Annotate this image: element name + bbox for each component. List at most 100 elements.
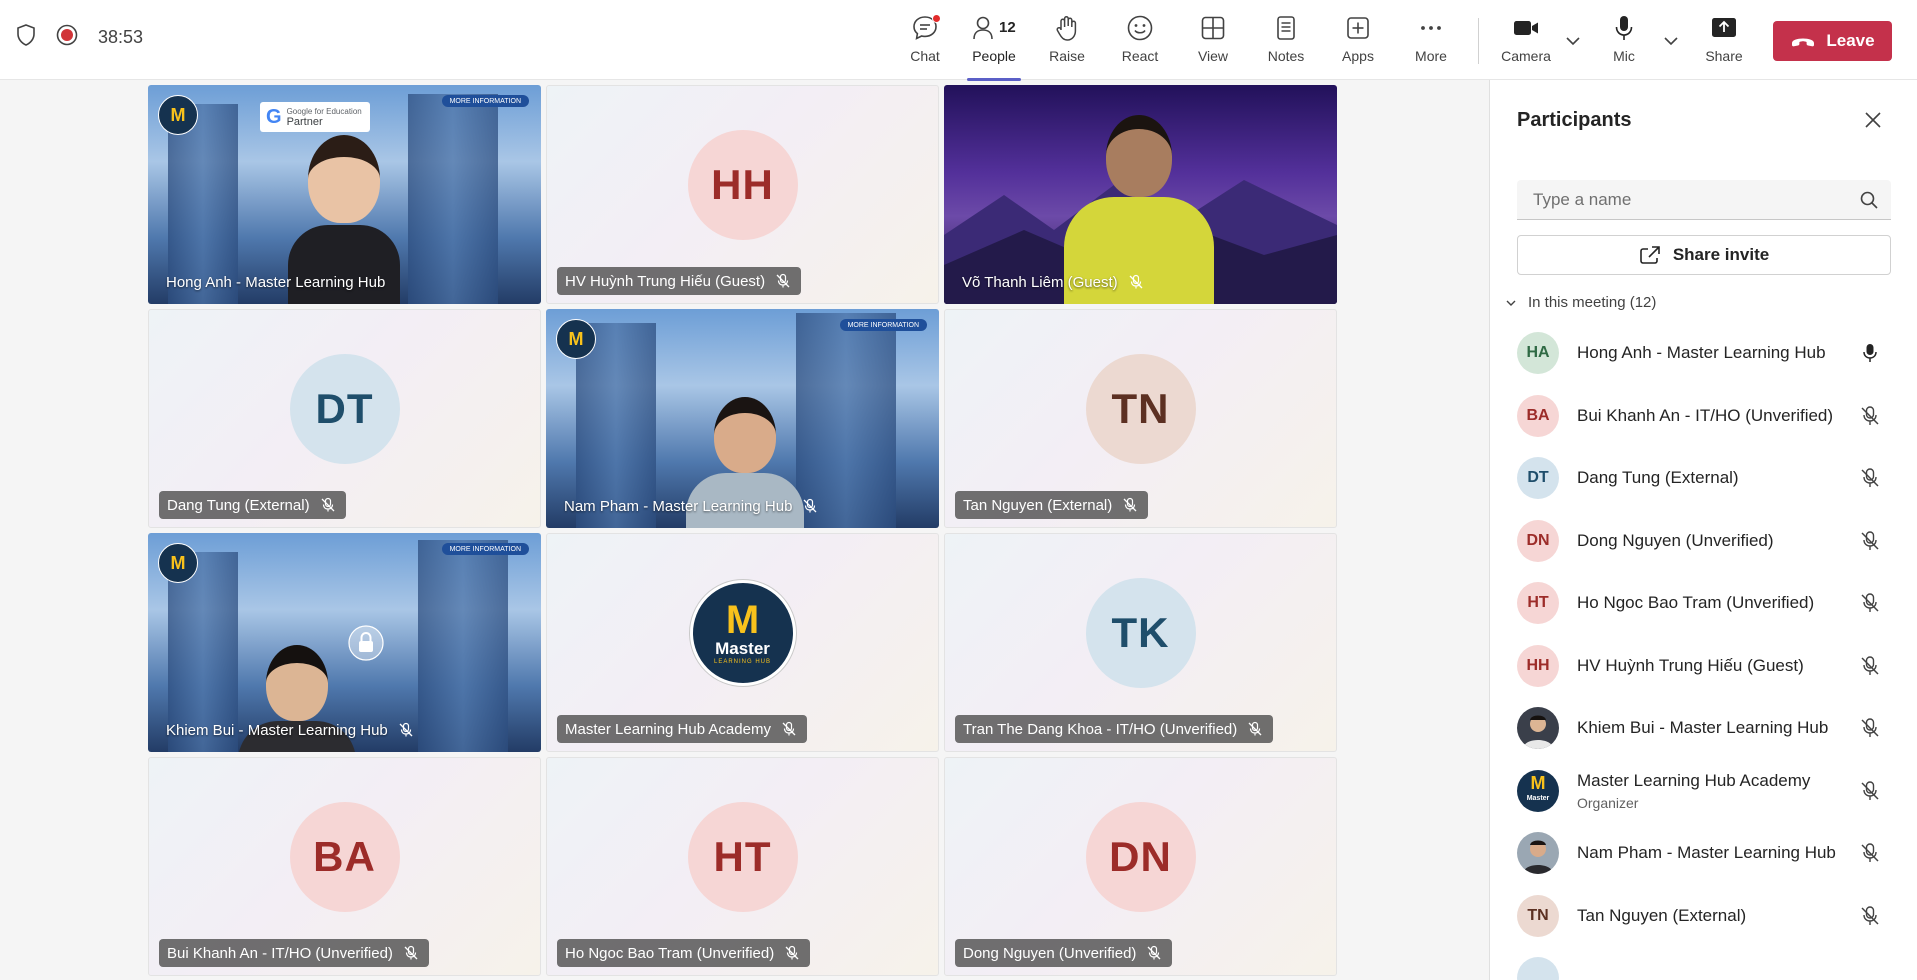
avatar bbox=[1517, 957, 1559, 980]
video-tile-nam-pham[interactable]: M MORE INFORMATION Nam Pham - Master Lea… bbox=[546, 309, 939, 528]
mic-off-icon[interactable] bbox=[1859, 842, 1881, 864]
participant-row[interactable]: HT Ho Ngoc Bao Tram (Unverified) bbox=[1490, 572, 1917, 635]
participant-name: Khiem Bui - Master Learning Hub bbox=[1577, 718, 1829, 737]
google-line1: Google for Education bbox=[286, 107, 362, 116]
mic-off-icon bbox=[1123, 497, 1137, 512]
tile-name-tag: Hong Anh - Master Learning Hub bbox=[158, 268, 395, 296]
tile-name: Tran The Dang Khoa - IT/HO (Unverified) bbox=[963, 720, 1238, 738]
avatar: DN bbox=[1517, 519, 1559, 562]
participant-row[interactable]: DT Dang Tung (External) bbox=[1490, 447, 1917, 510]
share-label: Share bbox=[1705, 48, 1743, 64]
smiley-icon bbox=[1127, 15, 1153, 41]
video-tile-ho-ngoc-bao-tram[interactable]: HT Ho Ngoc Bao Tram (Unverified) bbox=[546, 757, 939, 976]
logo-m: M bbox=[1530, 772, 1546, 793]
video-tile-dang-tung[interactable]: DT Dang Tung (External) bbox=[148, 309, 541, 528]
participant-search-box bbox=[1517, 180, 1891, 220]
logo-word: Master bbox=[1526, 794, 1550, 802]
video-tile-hv-huynh-trung-hieu[interactable]: HH HV Huỳnh Trung Hiếu (Guest) bbox=[546, 85, 939, 304]
avatar: HT bbox=[687, 801, 798, 912]
participant-row[interactable]: DN Dong Nguyen (Unverified) bbox=[1490, 510, 1917, 573]
tile-name-tag: Bui Khanh An - IT/HO (Unverified) bbox=[159, 939, 429, 967]
logo-sub: LEARNING HUB bbox=[713, 658, 771, 665]
lock-icon bbox=[348, 625, 384, 661]
participant-name: Dang Tung (External) bbox=[1577, 468, 1739, 487]
mic-options-chevron-icon[interactable] bbox=[1660, 30, 1682, 52]
teams-meeting-window: 38:53 Chat 12 People Raise React View No… bbox=[0, 0, 1917, 980]
raise-hand-button[interactable]: Raise bbox=[1036, 12, 1098, 72]
tile-name: Nam Pham - Master Learning Hub bbox=[564, 497, 793, 515]
tile-name: Dong Nguyen (Unverified) bbox=[963, 944, 1137, 962]
shield-icon[interactable] bbox=[16, 24, 36, 51]
mic-off-icon bbox=[404, 945, 418, 960]
mic-off-icon[interactable] bbox=[1859, 655, 1881, 677]
logo-word: Master bbox=[715, 638, 770, 658]
more-button[interactable]: More bbox=[1400, 12, 1462, 72]
participant-row[interactable]: Khiem Bui - Master Learning Hub bbox=[1490, 697, 1917, 760]
tile-name: Dang Tung (External) bbox=[167, 496, 310, 514]
participant-row[interactable]: Nam Pham - Master Learning Hub bbox=[1490, 822, 1917, 885]
people-count: 12 bbox=[999, 19, 1016, 36]
mic-off-icon[interactable] bbox=[1859, 405, 1881, 427]
mic-off-icon[interactable] bbox=[1859, 592, 1881, 614]
video-tile-master-learning-hub-academy[interactable]: M Master LEARNING HUB Master Learning Hu… bbox=[546, 533, 939, 752]
participant-row[interactable]: TN Tan Nguyen (External) bbox=[1490, 885, 1917, 948]
avatar-photo bbox=[1517, 707, 1559, 749]
mic-off-icon[interactable] bbox=[1859, 780, 1881, 802]
tile-name-tag: Tran The Dang Khoa - IT/HO (Unverified) bbox=[955, 715, 1274, 743]
participant-row[interactable]: M Master Master Learning Hub Academy Org… bbox=[1490, 760, 1917, 823]
video-tile-tan-nguyen[interactable]: TN Tan Nguyen (External) bbox=[944, 309, 1337, 528]
camera-button[interactable]: Camera bbox=[1495, 12, 1557, 72]
microphone-icon bbox=[1615, 16, 1633, 40]
avatar: HT bbox=[1517, 582, 1559, 624]
people-button[interactable]: 12 People bbox=[963, 12, 1025, 81]
raise-hand-icon bbox=[1056, 15, 1077, 41]
participant-row[interactable]: BA Bui Khanh An - IT/HO (Unverified) bbox=[1490, 385, 1917, 448]
chat-button[interactable]: Chat bbox=[894, 12, 956, 72]
participant-name: Master Learning Hub Academy bbox=[1577, 770, 1811, 790]
participant-row[interactable]: HA Hong Anh - Master Learning Hub bbox=[1490, 322, 1917, 385]
more-information-pill: MORE INFORMATION bbox=[441, 543, 529, 555]
react-button[interactable]: React bbox=[1109, 12, 1171, 72]
in-this-meeting-section-toggle[interactable]: In this meeting (12) bbox=[1504, 294, 1656, 311]
share-invite-button[interactable]: Share invite bbox=[1517, 235, 1891, 275]
participant-name: HV Huỳnh Trung Hiếu (Guest) bbox=[1577, 655, 1804, 675]
background-building bbox=[408, 94, 498, 304]
video-tile-dong-nguyen[interactable]: DN Dong Nguyen (Unverified) bbox=[944, 757, 1337, 976]
chat-label: Chat bbox=[910, 48, 940, 64]
participant-search-input[interactable] bbox=[1517, 180, 1847, 220]
share-arrow-icon bbox=[1640, 246, 1660, 264]
mic-off-icon[interactable] bbox=[1859, 717, 1881, 739]
tile-name: HV Huỳnh Trung Hiếu (Guest) bbox=[565, 272, 766, 290]
close-icon[interactable] bbox=[1861, 108, 1885, 132]
participant-row-partial[interactable] bbox=[1490, 947, 1917, 980]
video-tile-hong-anh[interactable]: M G Google for Education Partner MORE INF… bbox=[148, 85, 541, 304]
apps-label: Apps bbox=[1342, 48, 1374, 64]
camera-icon bbox=[1514, 21, 1538, 35]
video-tile-khiem-bui[interactable]: M MORE INFORMATION Khiem Bui - Master Le… bbox=[148, 533, 541, 752]
mic-off-icon[interactable] bbox=[1859, 530, 1881, 552]
apps-button[interactable]: Apps bbox=[1327, 12, 1389, 72]
share-button[interactable]: Share bbox=[1693, 12, 1755, 72]
avatar-photo bbox=[1517, 832, 1559, 874]
video-tile-bui-khanh-an[interactable]: BA Bui Khanh An - IT/HO (Unverified) bbox=[148, 757, 541, 976]
notes-button[interactable]: Notes bbox=[1255, 12, 1317, 72]
camera-options-chevron-icon[interactable] bbox=[1562, 30, 1584, 52]
recording-icon[interactable] bbox=[56, 24, 78, 51]
tile-name-tag: Dong Nguyen (Unverified) bbox=[955, 939, 1173, 967]
video-tile-vo-thanh-liem[interactable]: Võ Thanh Liêm (Guest) bbox=[944, 85, 1337, 304]
search-icon[interactable] bbox=[1859, 190, 1879, 210]
mic-off-icon[interactable] bbox=[1859, 467, 1881, 489]
participant-row[interactable]: HH HV Huỳnh Trung Hiếu (Guest) bbox=[1490, 635, 1917, 698]
mic-button[interactable]: Mic bbox=[1593, 12, 1655, 72]
video-tile-tran-the-dang-khoa[interactable]: TK Tran The Dang Khoa - IT/HO (Unverifie… bbox=[944, 533, 1337, 752]
leave-button[interactable]: Leave bbox=[1773, 21, 1892, 61]
microphone-icon[interactable] bbox=[1859, 342, 1881, 364]
participant-name: Nam Pham - Master Learning Hub bbox=[1577, 843, 1836, 862]
toolbar-left-group: 38:53 bbox=[16, 24, 143, 51]
master-logo-badge: M bbox=[158, 95, 198, 135]
view-button[interactable]: View bbox=[1182, 12, 1244, 72]
mic-off-icon[interactable] bbox=[1859, 905, 1881, 927]
people-label: People bbox=[972, 48, 1016, 64]
tile-name-tag: Ho Ngoc Bao Tram (Unverified) bbox=[557, 939, 811, 967]
mic-off-icon bbox=[399, 722, 413, 737]
